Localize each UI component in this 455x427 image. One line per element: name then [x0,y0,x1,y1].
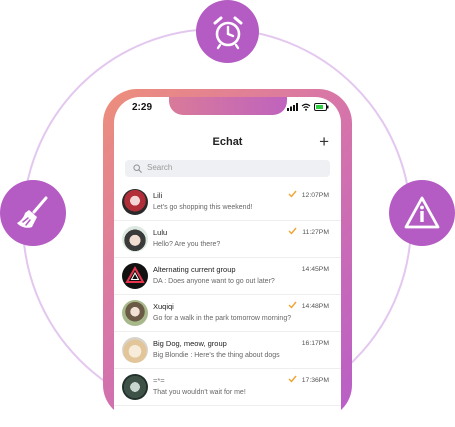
search-input[interactable]: Search [125,160,330,177]
chat-name: Big Dog, meow, group [153,339,227,348]
chat-row-xuqiqi[interactable]: Xuqiqi Go for a walk in the park tomorro… [114,295,341,332]
chat-time: 14:48PM [301,303,329,310]
chat-time: 16:17PM [301,340,329,347]
search-icon [133,164,142,173]
chat-row-alternating-current-group[interactable]: Alternating current group DA : Does anyo… [114,258,341,295]
chat-time: 11:27PM [302,229,329,236]
chat-time: 14:45PM [301,266,329,273]
phone-frame: 2:29 Echat + Search Lili Let's go shoppi… [103,89,352,427]
chat-list: Lili Let's go shopping this weekend! 12:… [114,184,341,406]
chat-row-big-dog-meow-group[interactable]: Big Dog, meow, group Big Blondie : Here'… [114,332,341,369]
warning-badge [389,180,455,246]
battery-icon [314,103,329,111]
warning-icon [404,196,440,229]
add-chat-button[interactable]: + [319,132,329,152]
triangle-logo-icon [125,265,145,283]
status-time: 2:29 [132,102,153,113]
check-icon [288,375,297,383]
avatar [122,374,148,400]
chat-header: Echat + [114,132,341,153]
chat-message: That you wouldn't wait for me! [153,389,246,396]
status-icons [287,103,329,111]
chat-row-lili[interactable]: Lili Let's go shopping this weekend! 12:… [114,184,341,221]
avatar [122,337,148,363]
signal-icon [287,103,298,111]
chat-name: Alternating current group [153,265,236,274]
check-icon [288,190,297,198]
chat-message: Big Blondie : Here's the thing about dog… [153,352,280,359]
chat-row-lulu[interactable]: Lulu Hello? Are you there? 11:27PM [114,221,341,258]
wifi-icon [301,103,311,111]
alarm-clock-badge [196,0,259,63]
broom-icon [17,196,48,228]
chat-name: Xuqiqi [153,302,174,311]
chat-time: 17:36PM [301,377,329,384]
avatar [122,300,148,326]
chat-name: Lili [153,191,163,200]
phone-screen: 2:29 Echat + Search Lili Let's go shoppi… [114,97,341,427]
search-placeholder: Search [147,163,173,172]
broom-badge [0,180,66,246]
page-title: Echat [212,136,243,148]
phone-notch [168,97,287,115]
chat-message: Hello? Are you there? [153,241,221,248]
avatar [122,189,148,215]
chat-message: Let's go shopping this weekend! [153,204,253,211]
chat-message: Go for a walk in the park tomorrow morni… [153,315,292,322]
chat-message: DA : Does anyone want to go out later? [153,278,275,285]
check-icon [288,301,297,309]
check-icon [288,227,297,235]
alarm-clock-icon [213,16,242,49]
avatar [122,226,148,252]
status-bar: 2:29 [114,97,341,119]
chat-time: 12:07PM [301,192,329,199]
chat-name: Lulu [153,228,168,237]
avatar [122,263,148,289]
chat-name: =*= [153,376,165,385]
chat-row-5[interactable]: =*= That you wouldn't wait for me! 17:36… [114,369,341,406]
